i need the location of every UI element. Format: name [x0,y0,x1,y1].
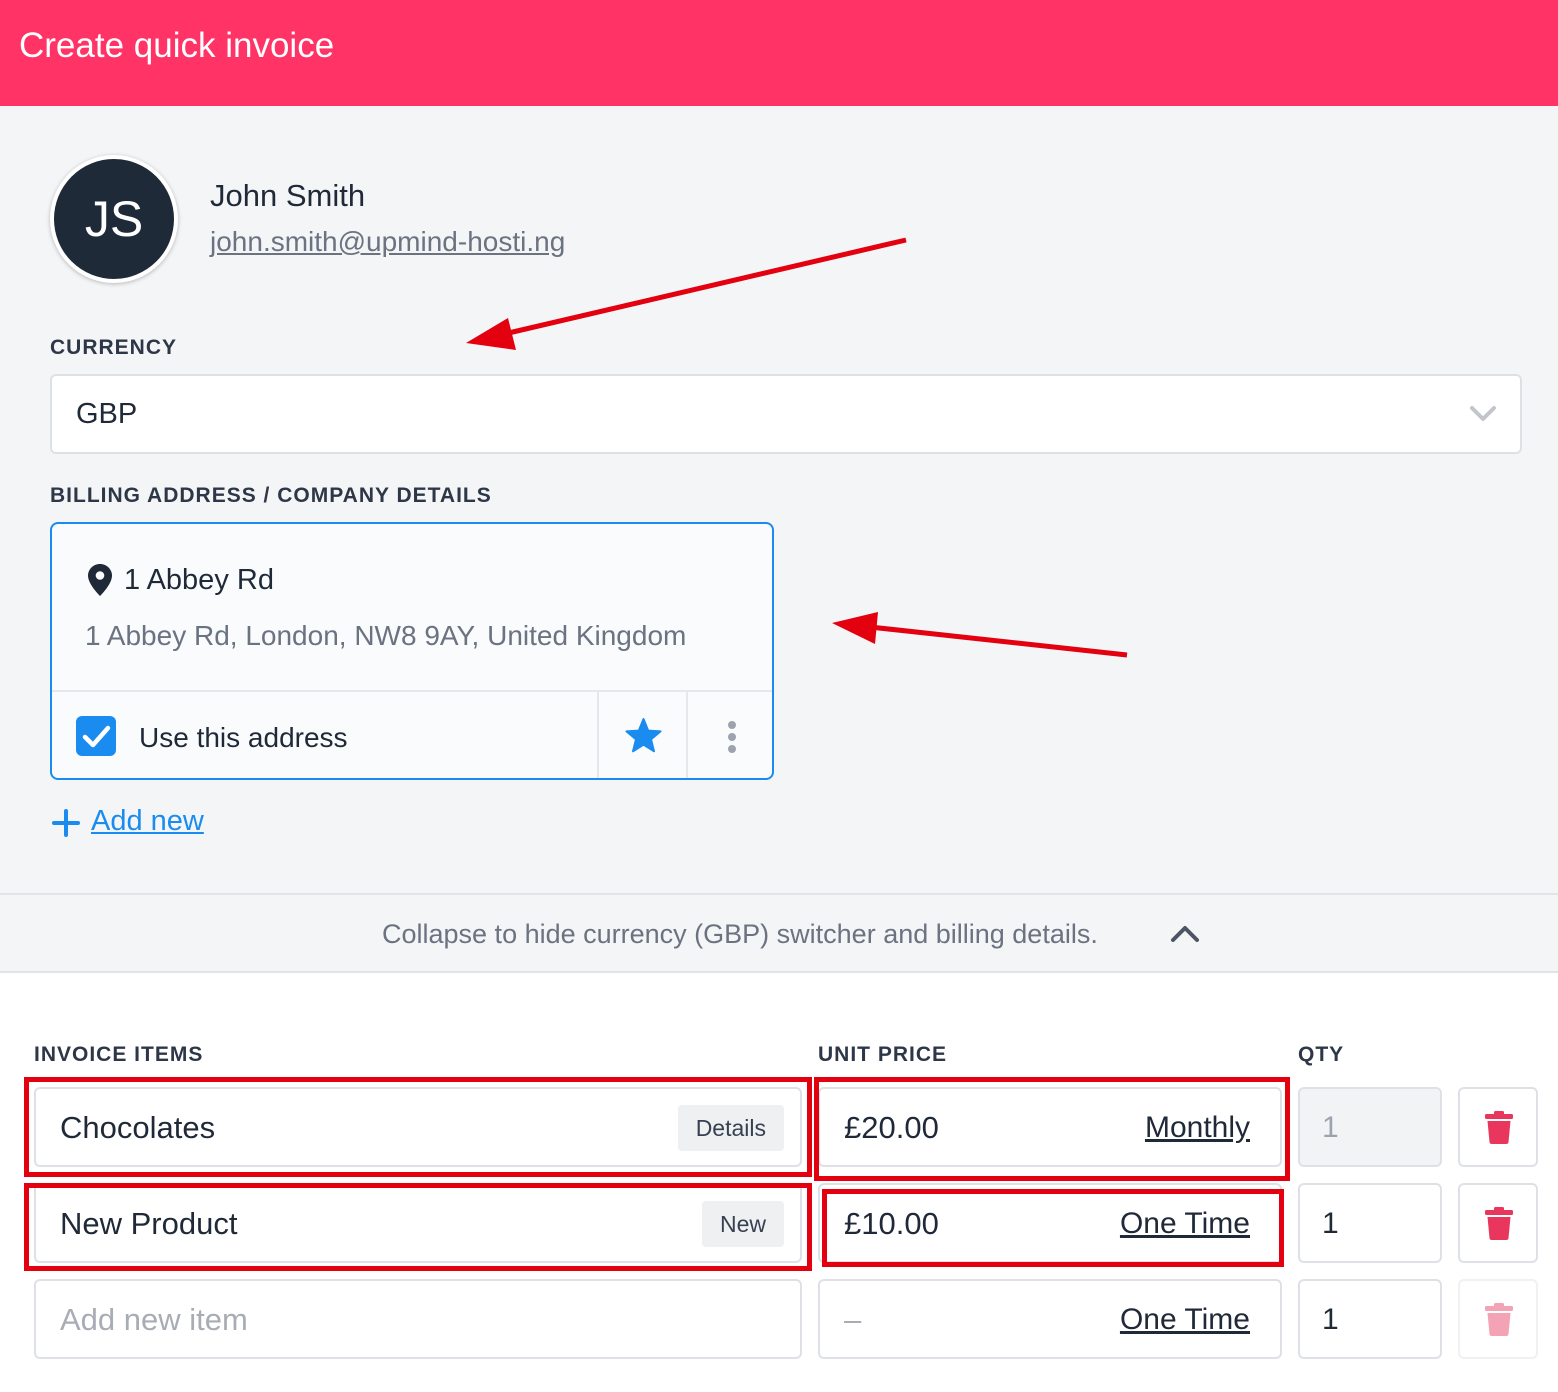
annotation-arrow [466,237,907,350]
annotation-arrow [832,612,1128,658]
annotation-arrows [466,237,1128,658]
